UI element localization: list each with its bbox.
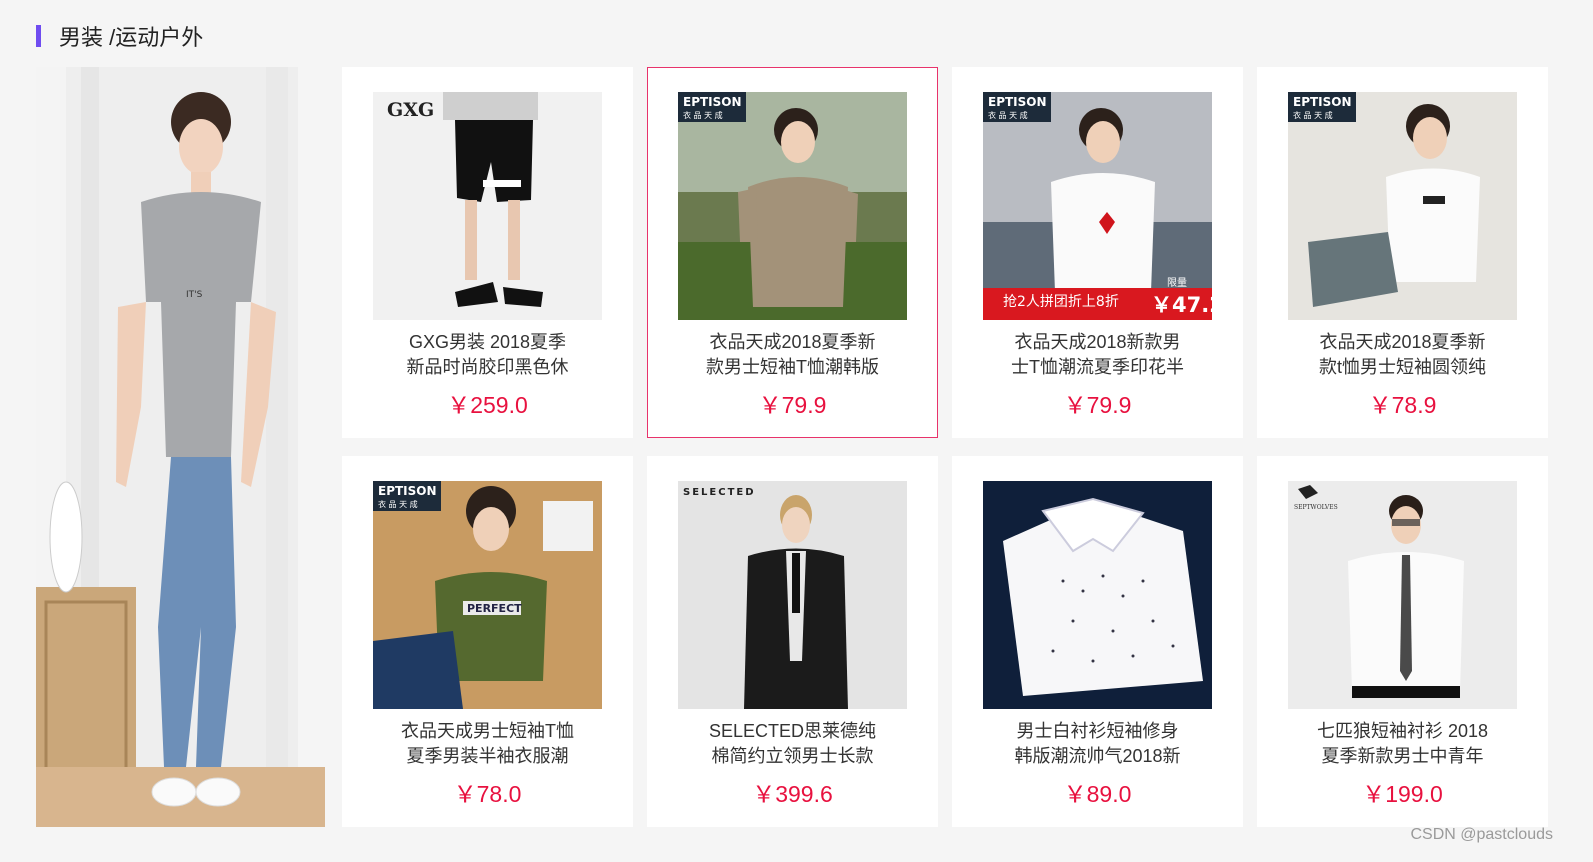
- product-price: ￥78.0: [453, 781, 522, 807]
- product-image[interactable]: EPTISON 衣 品 天 成 PERFECT: [373, 481, 602, 709]
- product-title-line: 衣品天成2018夏季新: [709, 332, 876, 352]
- product-title-line: 士T恤潮流夏季印花半: [1011, 357, 1184, 377]
- svg-text:抢2人拼团折上8折: 抢2人拼团折上8折: [1003, 293, 1119, 310]
- svg-text:衣 品 天 成: 衣 品 天 成: [683, 110, 723, 120]
- brand-logo-text: EPTISON: [378, 484, 437, 498]
- category-banner-image[interactable]: IT'S: [36, 67, 325, 827]
- watermark: CSDN @pastclouds: [1410, 826, 1553, 843]
- section-title: 男装 /运动户外: [59, 25, 204, 50]
- svg-text:￥47.2: ￥47.2: [1151, 293, 1212, 317]
- product-image[interactable]: EPTISON 衣 品 天 成: [1288, 92, 1517, 320]
- product-card[interactable]: EPTISON 衣 品 天 成 抢2人拼团折上8折 限量 ￥47.2 衣品天成2…: [952, 67, 1243, 438]
- product-title-line: 棉简约立领男士长款: [711, 746, 874, 766]
- product-card[interactable]: SEPTWOLVES 七匹狼短袖衬衫 2018 夏季新款男士中青年 ￥199.0: [1257, 456, 1548, 827]
- product-price: ￥399.6: [752, 781, 833, 807]
- product-title[interactable]: GXG男装 2018夏季 新品时尚胶印黑色休: [383, 330, 592, 380]
- product-image[interactable]: SEPTWOLVES: [1288, 481, 1517, 709]
- svg-text:IT'S: IT'S: [186, 290, 203, 300]
- product-image[interactable]: [983, 481, 1212, 709]
- product-card[interactable]: EPTISON 衣 品 天 成 衣品天成2018夏季新 款男士短袖T恤潮韩版 ￥…: [647, 67, 938, 438]
- svg-text:PERFECT: PERFECT: [467, 602, 522, 615]
- product-title[interactable]: 衣品天成男士短袖T恤 夏季男装半袖衣服潮: [383, 719, 592, 769]
- brand-logo-text: EPTISON: [683, 95, 742, 109]
- section-accent-bar: [36, 25, 41, 47]
- product-title-line: GXG男装 2018夏季: [408, 332, 567, 352]
- product-title-line: 衣品天成2018夏季新: [1319, 332, 1486, 352]
- brand-logo-text: GXG: [387, 99, 434, 121]
- product-title[interactable]: 衣品天成2018夏季新 款t恤男士短袖圆领纯: [1298, 330, 1507, 380]
- product-title-line: 男士白衬衫短袖修身: [1016, 721, 1179, 741]
- svg-text:衣 品 天 成: 衣 品 天 成: [378, 499, 418, 509]
- product-card[interactable]: 男士白衬衫短袖修身 韩版潮流帅气2018新 ￥89.0: [952, 456, 1243, 827]
- product-price: ￥79.9: [1063, 392, 1132, 418]
- brand-logo-text: SELECTED: [683, 487, 756, 498]
- product-title-line: 韩版潮流帅气2018新: [1014, 746, 1181, 766]
- product-price: ￥199.0: [1362, 781, 1443, 807]
- product-price: ￥79.9: [758, 392, 827, 418]
- product-grid: GXG GXG男装 2018夏季 新品时尚胶印黑色休 ￥259.0 EPTISO…: [342, 67, 1548, 827]
- product-image[interactable]: EPTISON 衣 品 天 成 抢2人拼团折上8折 限量 ￥47.2: [983, 92, 1212, 320]
- product-image[interactable]: EPTISON 衣 品 天 成: [678, 92, 907, 320]
- product-card[interactable]: SELECTED SELECTED思莱德纯 棉简约立领男士长款 ￥399.6: [647, 456, 938, 827]
- product-title[interactable]: SELECTED思莱德纯 棉简约立领男士长款: [688, 719, 897, 769]
- brand-logo-text: EPTISON: [988, 95, 1047, 109]
- product-title-line: 衣品天成男士短袖T恤: [401, 721, 574, 741]
- brand-logo-text: EPTISON: [1293, 95, 1352, 109]
- svg-text:衣 品 天 成: 衣 品 天 成: [1293, 110, 1333, 120]
- product-price: ￥78.9: [1368, 392, 1437, 418]
- product-title-line: 款t恤男士短袖圆领纯: [1318, 357, 1486, 377]
- svg-text:限量: 限量: [1167, 277, 1187, 289]
- product-title-line: 夏季新款男士中青年: [1321, 746, 1484, 766]
- product-price: ￥89.0: [1063, 781, 1132, 807]
- product-title-line: 新品时尚胶印黑色休: [406, 357, 569, 377]
- product-card[interactable]: GXG GXG男装 2018夏季 新品时尚胶印黑色休 ￥259.0: [342, 67, 633, 438]
- product-title[interactable]: 衣品天成2018新款男 士T恤潮流夏季印花半: [993, 330, 1202, 380]
- product-title-line: 衣品天成2018新款男: [1014, 332, 1181, 352]
- product-title[interactable]: 七匹狼短袖衬衫 2018 夏季新款男士中青年: [1298, 719, 1507, 769]
- product-price: ￥259.0: [447, 392, 528, 418]
- product-title-line: 夏季男装半袖衣服潮: [406, 746, 569, 766]
- brand-logo-text: SEPTWOLVES: [1294, 504, 1338, 511]
- svg-text:衣 品 天 成: 衣 品 天 成: [988, 110, 1028, 120]
- product-title-line: 款男士短袖T恤潮韩版: [706, 357, 879, 377]
- product-title-line: 七匹狼短袖衬衫 2018: [1316, 721, 1489, 741]
- product-image[interactable]: SELECTED: [678, 481, 907, 709]
- product-title-line: SELECTED思莱德纯: [708, 721, 877, 741]
- product-title[interactable]: 衣品天成2018夏季新 款男士短袖T恤潮韩版: [688, 330, 897, 380]
- section-header: 男装 /运动户外: [36, 24, 203, 50]
- product-title[interactable]: 男士白衬衫短袖修身 韩版潮流帅气2018新: [993, 719, 1202, 769]
- product-card[interactable]: EPTISON 衣 品 天 成 PERFECT 衣品天成男士短袖T恤 夏季男装半…: [342, 456, 633, 827]
- product-card[interactable]: EPTISON 衣 品 天 成 衣品天成2018夏季新 款t恤男士短袖圆领纯 ￥…: [1257, 67, 1548, 438]
- product-image[interactable]: GXG: [373, 92, 602, 320]
